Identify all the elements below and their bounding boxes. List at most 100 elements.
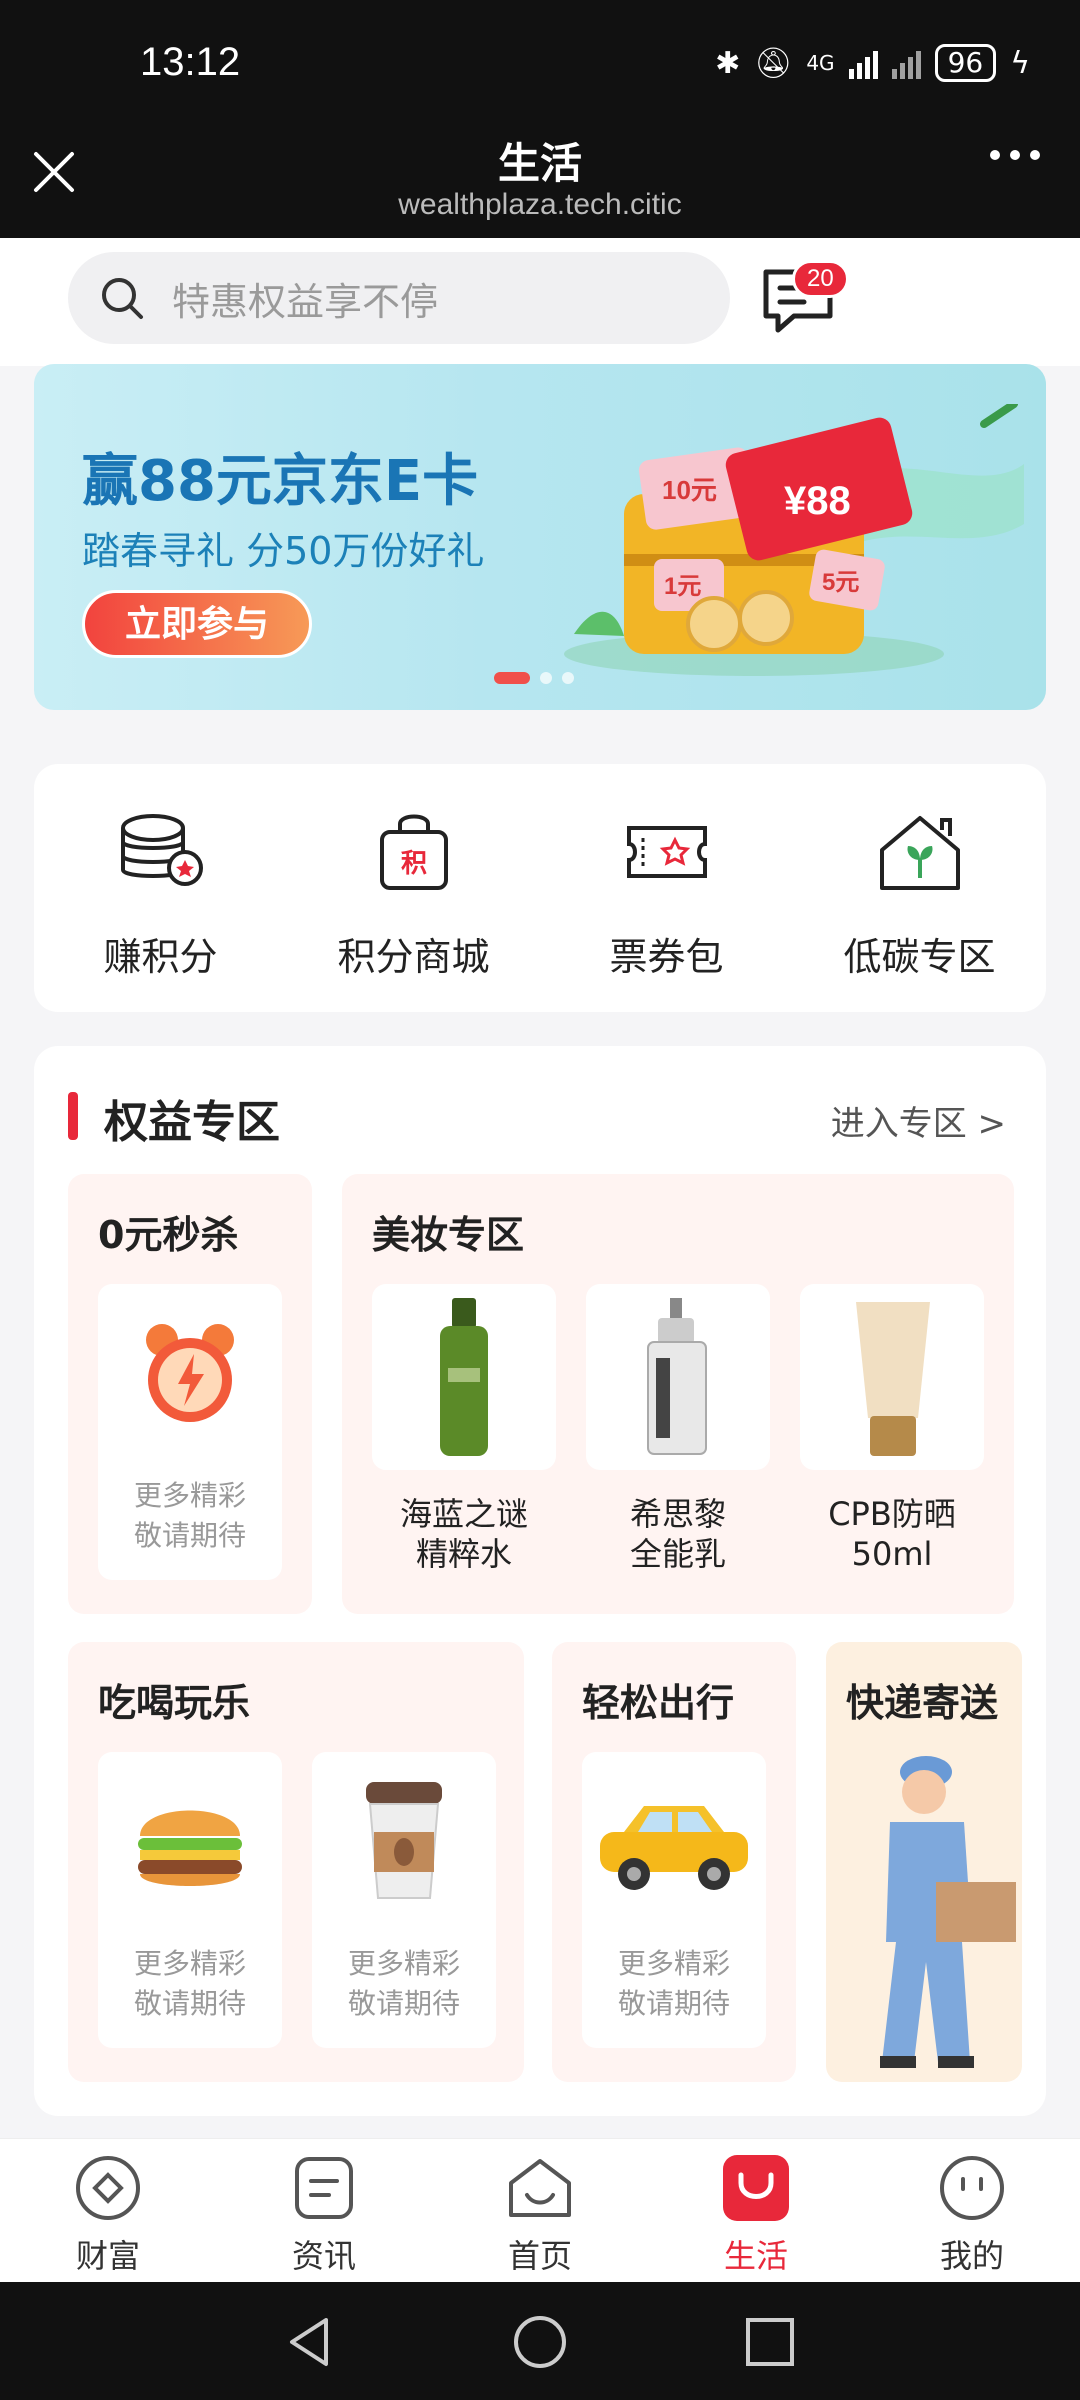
back-icon[interactable] [280, 2312, 340, 2372]
card-title: 美妆专区 [372, 1213, 525, 1257]
nav-life[interactable]: 生活 [648, 2139, 864, 2282]
more-icon[interactable] [990, 150, 1040, 160]
message-badge: 20 [792, 260, 849, 298]
ticket-icon [626, 826, 707, 878]
coming-soon-text: 更多精彩 [347, 1947, 460, 1980]
travel-card[interactable]: 轻松出行 更多精彩 敬请期待 [552, 1642, 796, 2082]
bluetooth-icon: ✱ [715, 45, 741, 81]
coming-soon-text: 更多精彩 [617, 1947, 730, 1980]
wealth-icon [76, 2156, 140, 2220]
card-title: 轻松出行 [582, 1681, 735, 1725]
coffee-cup-icon [366, 1782, 442, 1899]
network-label: 4G [806, 51, 835, 75]
points-bag-icon: 积 [379, 814, 448, 890]
enter-section-link[interactable]: 进入专区 > [831, 1096, 1006, 1145]
banner-subtitle: 踏春寻礼 分50万份好礼 [82, 529, 485, 573]
cpb-sunscreen-image [856, 1302, 930, 1456]
coming-soon-text: 敬请期待 [133, 1987, 246, 2020]
quick-earn-points[interactable]: 赚积分 [34, 764, 287, 1012]
quick-label: 低碳专区 [843, 935, 996, 979]
web-header: 生活 wealthplaza.tech.citic [0, 130, 1080, 238]
taxi-car-icon [600, 1806, 748, 1890]
search-icon [102, 278, 143, 319]
beauty-product-tile[interactable] [586, 1284, 770, 1470]
home-icon [509, 2159, 571, 2217]
courier-illustration [880, 1756, 1016, 2068]
tag-5: 5元 [822, 569, 859, 596]
nav-label: 财富 [75, 2237, 140, 2275]
search-placeholder: 特惠权益享不停 [172, 279, 439, 324]
express-card[interactable]: 快递寄送 [826, 1642, 1022, 2082]
banner-title: 赢88元京东E卡 [82, 449, 479, 514]
green-house-icon [879, 816, 960, 890]
card-value: ¥88 [784, 479, 851, 523]
coming-soon-text: 敬请期待 [347, 1987, 460, 2020]
nav-label: 我的 [939, 2237, 1004, 2275]
product-detail: 精粹水 [415, 1535, 512, 1573]
profile-icon [940, 2156, 1004, 2220]
food-card[interactable]: 吃喝玩乐 更多精彩 敬请期待 更多精彩 敬请期待 [68, 1642, 524, 2082]
status-bar: 13:12 ✱ 🔕︎ 4G 96 ϟ [0, 0, 1080, 130]
news-icon [295, 2157, 353, 2219]
join-button[interactable]: 立即参与 [82, 590, 312, 658]
product-detail: 50ml [851, 1535, 933, 1573]
sisley-bottle-image [647, 1298, 707, 1455]
beauty-card[interactable]: 美妆专区 海蓝之谜 精粹水 希思黎 全能乳 CPB防晒 50ml [342, 1174, 1014, 1614]
lamer-bottle-image [440, 1298, 488, 1456]
coming-soon-text: 更多精彩 [133, 1947, 246, 1980]
tag-10: 10元 [662, 475, 717, 505]
alarm-clock-icon [146, 1324, 234, 1422]
mute-icon: 🔕︎ [754, 45, 793, 81]
promo-banner[interactable]: 赢88元京东E卡 踏春寻礼 分50万份好礼 立即参与 10元 ¥88 1元 5元 [34, 364, 1046, 710]
quick-menu: 赚积分 积 积分商城 票券包 低碳专区 [34, 764, 1046, 1012]
banner-pager [494, 672, 574, 684]
coming-soon-text: 敬请期待 [617, 1987, 730, 2020]
life-icon [723, 2155, 789, 2221]
quick-label: 赚积分 [103, 935, 218, 979]
coming-soon-text: 敬请期待 [133, 1519, 246, 1552]
coming-soon-text: 更多精彩 [133, 1479, 246, 1512]
card-title: 0元秒杀 [98, 1213, 239, 1257]
nav-wealth[interactable]: 财富 [0, 2139, 216, 2282]
coffee-tile[interactable]: 更多精彩 敬请期待 [312, 1752, 496, 2048]
page-title: 生活 [497, 139, 582, 188]
burger-icon [138, 1810, 242, 1886]
quick-label: 票券包 [609, 935, 724, 979]
nav-profile[interactable]: 我的 [864, 2139, 1080, 2282]
quick-points-mall[interactable]: 积 积分商城 [287, 764, 540, 1012]
status-time: 13:12 [140, 40, 241, 84]
product-name: 海蓝之谜 [399, 1495, 528, 1533]
flash-sale-card[interactable]: 0元秒杀 更多精彩 敬请期待 [68, 1174, 312, 1614]
card-title: 快递寄送 [846, 1681, 999, 1725]
beauty-product-tile[interactable] [800, 1284, 984, 1470]
quick-low-carbon[interactable]: 低碳专区 [793, 764, 1046, 1012]
charging-icon: ϟ [1010, 45, 1030, 81]
nav-home[interactable]: 首页 [432, 2139, 648, 2282]
signal-2-icon [891, 47, 921, 79]
product-name: CPB防晒 [828, 1495, 956, 1533]
search-input[interactable]: 特惠权益享不停 [68, 252, 730, 344]
status-icons: ✱ 🔕︎ 4G 96 ϟ [715, 44, 1030, 82]
car-tile[interactable]: 更多精彩 敬请期待 [582, 1752, 766, 2048]
card-title: 吃喝玩乐 [98, 1681, 251, 1725]
quick-label: 积分商城 [337, 935, 490, 979]
page-url: wealthplaza.tech.citic [398, 188, 682, 221]
battery-icon: 96 [934, 44, 997, 82]
recents-icon[interactable] [740, 2312, 800, 2372]
burger-tile[interactable]: 更多精彩 敬请期待 [98, 1752, 282, 2048]
nav-news[interactable]: 资讯 [216, 2139, 432, 2282]
flash-sale-tile[interactable]: 更多精彩 敬请期待 [98, 1284, 282, 1580]
product-detail: 全能乳 [629, 1535, 726, 1573]
search-bar: 特惠权益享不停 20 [0, 238, 1080, 366]
svg-text:积: 积 [400, 849, 426, 879]
signal-icon [848, 47, 878, 79]
section-title: 权益专区 [104, 1097, 280, 1148]
bottom-navigation: 财富 资讯 首页 生活 我的 [0, 2138, 1080, 2282]
quick-ticket-wallet[interactable]: 票券包 [540, 764, 793, 1012]
nav-label: 资讯 [291, 2237, 356, 2275]
tag-1: 1元 [664, 573, 701, 600]
rights-section: 权益专区 进入专区 > 0元秒杀 更多精彩 敬请期待 美妆专区 海蓝之谜 精粹水… [34, 1046, 1046, 2116]
home-circle-icon[interactable] [510, 2312, 570, 2372]
gift-suitcase-illustration: 10元 ¥88 1元 5元 [564, 404, 1024, 676]
beauty-product-tile[interactable] [372, 1284, 556, 1470]
